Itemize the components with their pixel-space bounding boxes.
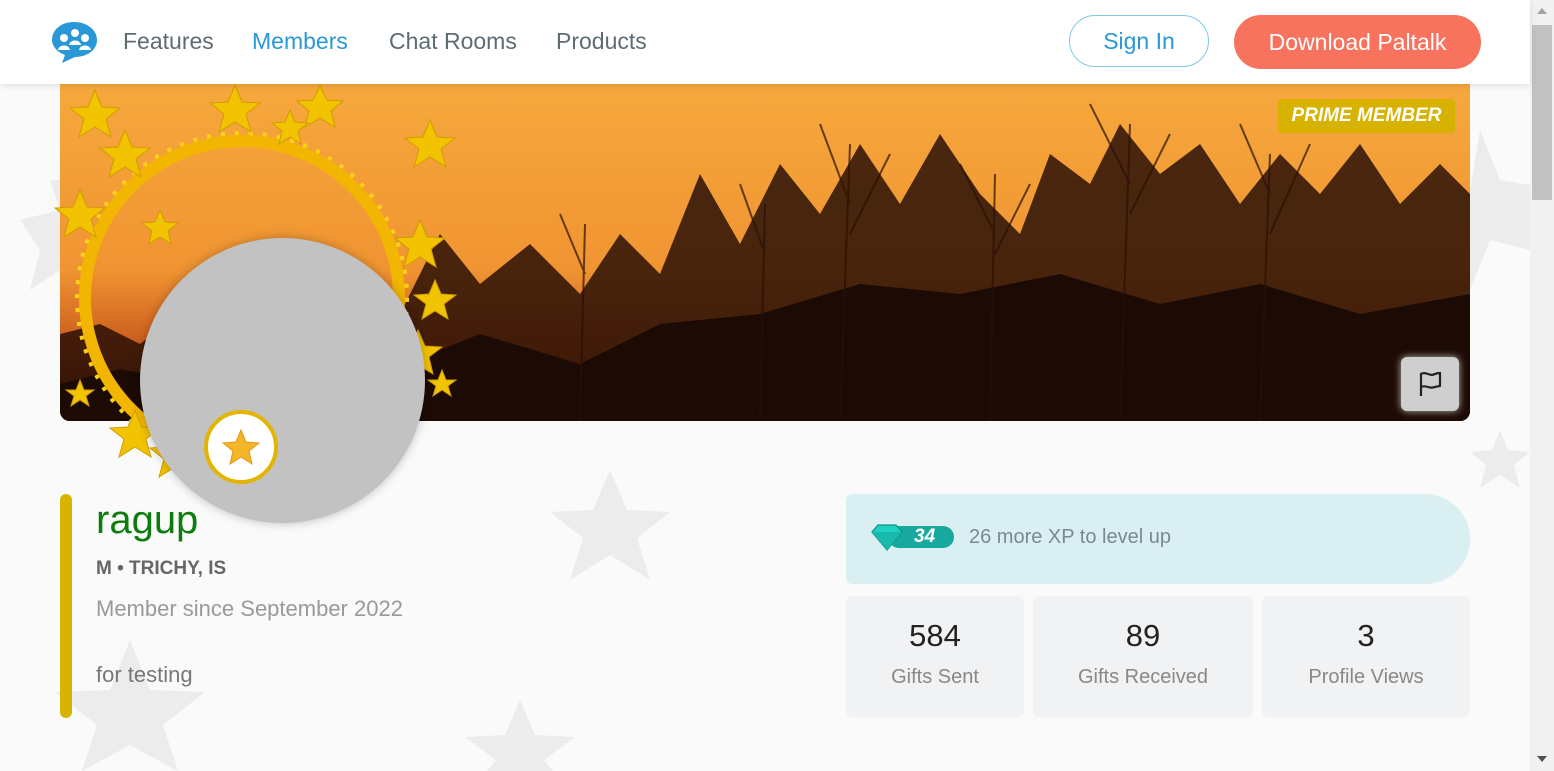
stat-profile-views: 3 Profile Views [1262,596,1470,717]
scroll-up-arrow-icon[interactable] [1537,8,1547,14]
avatar[interactable] [140,238,425,523]
level-number: 34 [914,526,936,547]
star-icon [221,428,261,466]
nav-link-products[interactable]: Products [556,28,647,55]
diamond-icon [871,524,954,551]
profile-accent-bar [60,494,72,718]
sign-in-button[interactable]: Sign In [1069,15,1209,67]
member-since: Member since September 2022 [96,596,403,621]
username: ragup [96,498,199,542]
xp-to-level-text: 26 more XP to level up [969,526,1171,548]
profile-meta: M • TRICHY, IS [96,558,227,579]
stat-label: Gifts Received [1077,666,1209,688]
stat-label: Profile Views [1308,666,1424,688]
report-flag-button[interactable] [1401,357,1459,411]
paltalk-logo-icon[interactable] [50,20,98,64]
stat-value: 89 [1125,618,1161,653]
stat-gifts-received: 89 Gifts Received [1033,596,1253,717]
level-star-badge [204,410,278,484]
flag-icon [1419,371,1442,396]
stat-gifts-sent: 584 Gifts Sent [846,596,1024,717]
top-navigation: Features Members Chat Rooms Products Sig… [0,0,1530,84]
stat-label: Gifts Sent [891,666,979,688]
stat-value: 3 [1357,618,1375,653]
xp-progress-box: 34 26 more XP to level up [846,494,1470,584]
nav-link-features[interactable]: Features [123,28,214,55]
scrollbar-thumb[interactable] [1532,25,1552,200]
download-paltalk-button[interactable]: Download Paltalk [1234,15,1481,69]
prime-member-badge: PRIME MEMBER [1278,99,1455,133]
stat-value: 584 [909,618,961,653]
profile-bio: for testing [96,662,193,687]
nav-link-chat-rooms[interactable]: Chat Rooms [389,28,517,55]
nav-link-members[interactable]: Members [252,28,348,55]
scroll-down-arrow-icon[interactable] [1537,756,1547,762]
level-badge: 34 [870,522,956,552]
